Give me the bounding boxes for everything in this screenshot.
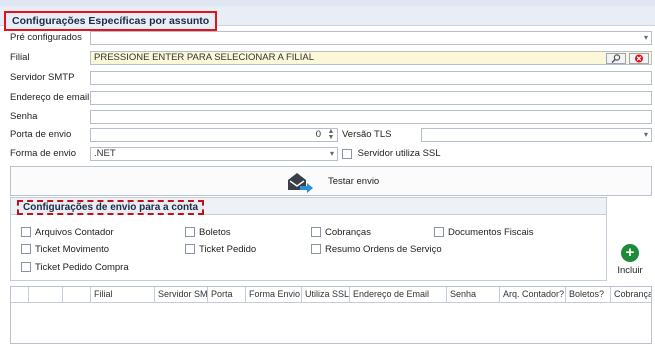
chevron-down-icon: ▾	[643, 33, 648, 42]
senha-input[interactable]	[90, 110, 652, 124]
checkbox-resumo-os[interactable]: Resumo Ordens de Serviço	[311, 244, 442, 255]
chevron-down-icon: ▾	[643, 130, 648, 139]
email-label: Endereço de email	[10, 92, 90, 103]
section-header: Configurações Específicas por assunto	[0, 6, 655, 31]
grid-col-filial[interactable]: Filial	[91, 287, 155, 303]
forma-label: Forma de envio	[10, 148, 77, 159]
test-send-button[interactable]: Testar envio	[10, 166, 652, 196]
checkbox-ticket-pedido-compra[interactable]: Ticket Pedido Compra	[21, 262, 129, 273]
add-button-label: Incluir	[617, 265, 643, 276]
smtp-input[interactable]	[90, 71, 652, 85]
checkbox-ticket-pedido[interactable]: Ticket Pedido	[185, 244, 256, 255]
grid-blank-column	[29, 287, 63, 303]
grid-header: Filial Servidor SMTP Porta Forma Envio U…	[11, 287, 651, 303]
checkbox-cobrancas[interactable]: Cobranças	[311, 227, 371, 238]
grid-col-senha[interactable]: Senha	[447, 287, 500, 303]
search-icon[interactable]	[606, 53, 626, 64]
clear-icon[interactable]	[629, 53, 649, 64]
grid-col-forma-envio[interactable]: Forma Envio	[246, 287, 302, 303]
grid-indicator-column	[11, 287, 29, 303]
smtp-label: Servidor SMTP	[10, 72, 75, 83]
send-config-group: Configurações de envio para a conta Arqu…	[10, 197, 607, 281]
page-title: Configurações Específicas por assunto	[4, 11, 218, 31]
accounts-grid[interactable]: Filial Servidor SMTP Porta Forma Envio U…	[10, 286, 652, 344]
tls-label: Versão TLS	[342, 129, 392, 140]
senha-label: Senha	[10, 111, 38, 122]
forma-select[interactable]: .NET ▾	[90, 147, 338, 161]
porta-stepper[interactable]: 0 ▲ ▼	[90, 128, 338, 142]
checkbox-boletos[interactable]: Boletos	[185, 227, 231, 238]
grid-col-smtp[interactable]: Servidor SMTP	[155, 287, 208, 303]
group-header: Configurações de envio para a conta	[11, 198, 606, 215]
checkbox-arquivos-contador[interactable]: Arquivos Contador	[21, 227, 114, 238]
mail-send-icon	[285, 170, 315, 197]
grid-col-porta[interactable]: Porta	[208, 287, 246, 303]
filial-label: Filial	[10, 52, 30, 63]
filial-field[interactable]: PRESSIONE ENTER PARA SELECIONAR A FILIAL	[90, 51, 652, 65]
grid-col-ssl[interactable]: Utiliza SSL	[302, 287, 350, 303]
grid-blank-column-2	[63, 287, 91, 303]
add-button[interactable]: + Incluir	[609, 240, 651, 282]
tls-select[interactable]: ▾	[421, 128, 652, 142]
pre-config-label: Pré configurados	[10, 32, 82, 43]
grid-col-boletos[interactable]: Boletos?	[566, 287, 611, 303]
grid-col-arq-contador[interactable]: Arq. Contador?	[500, 287, 566, 303]
group-title: Configurações de envio para a conta	[17, 200, 205, 215]
porta-label: Porta de envio	[10, 129, 72, 140]
checkbox-documentos-fiscais[interactable]: Documentos Fiscais	[434, 227, 534, 238]
grid-col-cobrancas[interactable]: Cobranças	[611, 287, 651, 303]
email-input[interactable]	[90, 91, 652, 105]
plus-icon: +	[621, 244, 639, 262]
stepper-arrows-icon[interactable]: ▲ ▼	[327, 129, 335, 141]
test-send-label: Testar envio	[328, 176, 380, 187]
chevron-down-icon: ▾	[329, 149, 334, 158]
pre-config-select[interactable]: ▾	[90, 31, 652, 45]
ssl-checkbox[interactable]: Servidor utiliza SSL	[342, 148, 441, 159]
checkbox-ticket-movimento[interactable]: Ticket Movimento	[21, 244, 109, 255]
grid-col-email[interactable]: Endereço de Email	[350, 287, 447, 303]
ssl-label: Servidor utiliza SSL	[357, 148, 441, 159]
